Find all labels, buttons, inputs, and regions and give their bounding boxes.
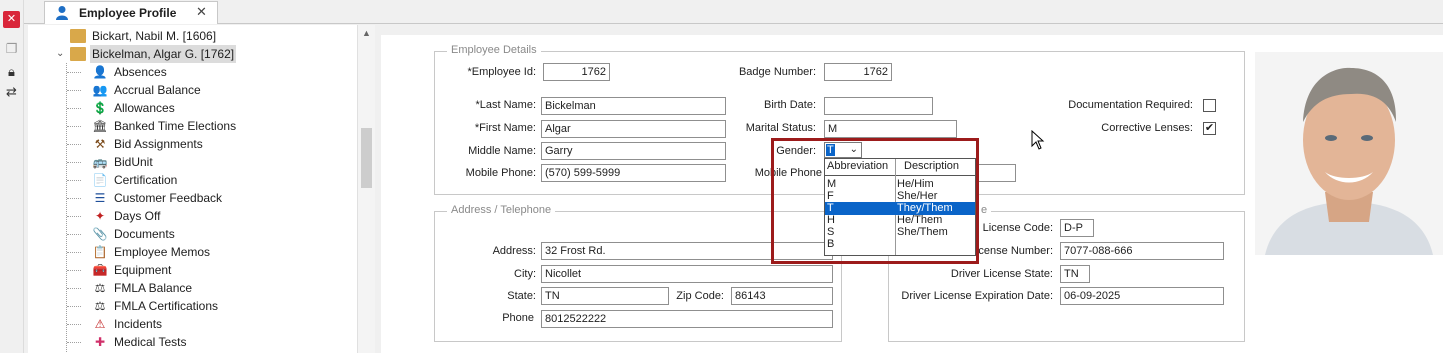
corrective-lenses-label: Corrective Lenses: <box>1101 122 1193 134</box>
warning-icon: ⚠ <box>94 317 106 331</box>
chevron-down-icon[interactable]: ⌄ <box>56 45 64 63</box>
customer-feedback-icon: ☰ <box>94 191 106 205</box>
tree-connector <box>67 324 81 325</box>
tree-connector <box>67 288 81 289</box>
fmla-certifications-icon: ⚖ <box>94 299 106 313</box>
bidunit-icon: 🚌 <box>92 155 108 169</box>
tab-bar: Employee Profile ✕ <box>24 0 1443 24</box>
license-number-field[interactable]: 7077-088-666 <box>1060 242 1224 260</box>
corrective-lenses-checkbox[interactable]: ✔ <box>1203 122 1216 135</box>
copy-icon[interactable]: ❐ <box>3 40 20 57</box>
bank-icon: 🏛 <box>92 119 108 133</box>
transfer-icon[interactable]: ⇄ <box>3 83 20 100</box>
middle-name-field[interactable]: Garry <box>541 142 726 160</box>
option-abbreviation: B <box>827 238 835 250</box>
tree-connector <box>67 216 81 217</box>
gender-option-b[interactable]: B <box>825 238 975 251</box>
zip-code-label: Zip Code: <box>676 290 724 302</box>
city-label: City: <box>514 268 536 280</box>
tree-connector <box>67 198 81 199</box>
employee-id-label: *Employee Id: <box>467 66 536 78</box>
tree-connector <box>67 90 81 91</box>
address-label: Address: <box>492 245 536 257</box>
mouse-cursor-icon <box>1031 130 1045 150</box>
left-toolbar: ✕ ❐ 🔒︎ ⇄ <box>0 0 24 353</box>
certification-icon: 📄 <box>92 173 108 187</box>
abbreviation-header: Abbreviation <box>827 160 889 172</box>
employee-id-field[interactable]: 1762 <box>543 63 610 81</box>
tree-connector <box>67 126 81 127</box>
license-state-label: Driver License State: <box>950 268 1053 280</box>
phone-label: Phone <box>502 312 534 324</box>
gender-selected-value: T <box>826 144 835 156</box>
tree-connector <box>67 234 81 235</box>
folder-icon <box>70 29 86 43</box>
state-field[interactable]: TN <box>541 287 669 305</box>
gender-dropdown-list: Abbreviation Description M He/Him F She/Her… <box>824 158 976 256</box>
license-expiration-label: Driver License Expiration Date: <box>901 290 1053 302</box>
tree-connector <box>67 72 81 73</box>
mobile-phone-2-field[interactable] <box>976 164 1016 182</box>
tree-connector <box>67 342 81 343</box>
absences-icon: 👤 <box>92 65 108 79</box>
tree-guide-line <box>66 63 67 352</box>
close-tab-icon[interactable]: ✕ <box>196 4 207 20</box>
birth-date-field[interactable] <box>824 97 933 115</box>
documentation-required-label: Documentation Required: <box>1068 99 1193 111</box>
tree-scrollbar[interactable]: ▲ <box>357 25 375 353</box>
folder-icon <box>70 47 86 61</box>
chevron-down-icon[interactable]: ⌄ <box>850 143 858 157</box>
lock-icon[interactable]: 🔒︎ <box>3 63 20 80</box>
marital-status-field[interactable]: M <box>824 120 957 138</box>
scroll-thumb[interactable] <box>361 128 372 188</box>
dropdown-header: Abbreviation Description <box>825 159 975 176</box>
tree-connector <box>67 270 81 271</box>
mobile-phone-label: Mobile Phone: <box>465 167 536 179</box>
marital-status-label: Marital Status: <box>745 122 816 134</box>
accrual-balance-icon: 👥 <box>92 83 108 97</box>
license-state-field[interactable]: TN <box>1060 265 1090 283</box>
first-name-field[interactable]: Algar <box>541 120 726 138</box>
tree-connector <box>67 252 81 253</box>
bid-assignments-icon: ⚒ <box>94 137 106 151</box>
zip-code-field[interactable]: 86143 <box>731 287 833 305</box>
paperclip-icon: 📎 <box>92 227 108 241</box>
phone-field[interactable]: 8012522222 <box>541 310 833 328</box>
scroll-up-icon[interactable]: ▲ <box>362 28 371 38</box>
last-name-field[interactable]: Bickelman <box>541 97 726 115</box>
last-name-label: *Last Name: <box>475 99 536 111</box>
employee-photo <box>1255 52 1443 255</box>
description-header: Description <box>904 160 960 172</box>
state-label: State: <box>507 290 536 302</box>
first-name-label: *First Name: <box>474 122 536 134</box>
mobile-phone-field[interactable]: (570) 599-5999 <box>541 164 726 182</box>
gender-select[interactable]: T ⌄ <box>824 142 862 158</box>
tree-connector <box>67 162 81 163</box>
tab-title: Employee Profile <box>79 6 177 20</box>
license-expiration-field[interactable]: 06-09-2025 <box>1060 287 1224 305</box>
documentation-required-checkbox[interactable] <box>1203 99 1216 112</box>
allowances-icon: 💲 <box>92 101 108 115</box>
tree-connector <box>67 108 81 109</box>
group-title: Employee Details <box>447 44 541 56</box>
tree-connector <box>67 180 81 181</box>
city-field[interactable]: Nicollet <box>541 265 833 283</box>
tree-connector <box>67 306 81 307</box>
tab-employee-profile[interactable]: Employee Profile ✕ <box>44 1 218 24</box>
license-code-field[interactable]: D-P <box>1060 219 1094 237</box>
medical-icon: ✚ <box>94 335 106 349</box>
badge-field[interactable]: 1762 <box>824 63 892 81</box>
fmla-balance-icon: ⚖ <box>94 281 106 295</box>
days-off-icon: ✦ <box>94 209 106 223</box>
birth-date-label: Birth Date: <box>764 99 816 111</box>
employee-tree: Bickart, Nabil M. [1606] ⌄ Bickelman, Al… <box>28 25 357 353</box>
memo-icon: 📋 <box>92 245 108 259</box>
close-app-icon[interactable]: ✕ <box>3 11 20 28</box>
tree-connector <box>67 144 81 145</box>
badge-label: Badge Number: <box>738 66 816 78</box>
toolbox-icon: 🧰 <box>92 263 108 277</box>
person-icon <box>56 6 68 20</box>
middle-name-label: Middle Name: <box>468 145 536 157</box>
